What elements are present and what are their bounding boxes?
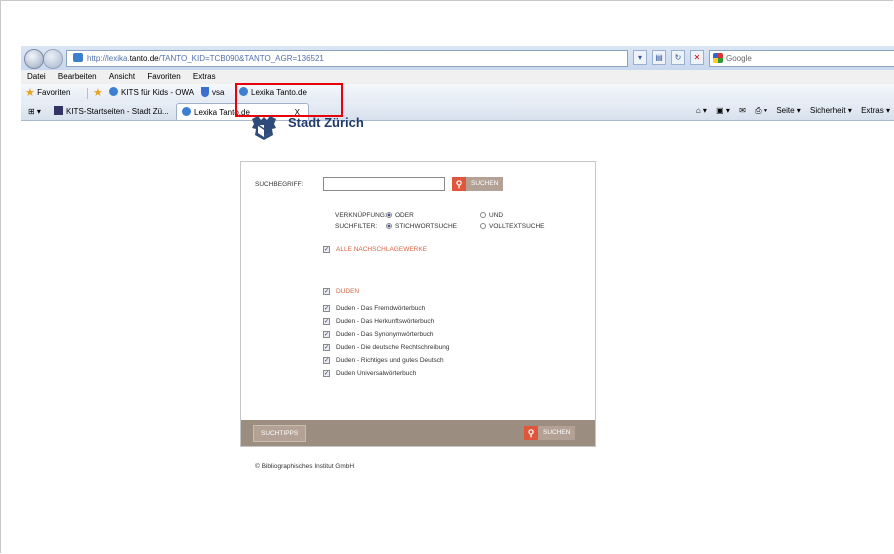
back-button[interactable] [24, 49, 44, 69]
logo-text: Stadt Zürich [288, 115, 364, 130]
filter-label: SUCHFILTER: [335, 223, 378, 230]
search-icon: ⚲ [524, 426, 538, 440]
tab-bar: ⊞ ▾ KITS-Startseiten - Stadt Zü... Lexik… [21, 102, 894, 121]
checkbox-duden[interactable]: ✓ [323, 288, 330, 295]
address-path: /TANTO_KID=TCB090&TANTO_AGR=136521 [158, 54, 324, 63]
refresh-icon[interactable]: ↻ [671, 50, 685, 65]
address-tools: ▾ ▤ ↻ ✕ [633, 50, 704, 65]
radio-label: ODER [395, 212, 414, 219]
google-icon [713, 53, 723, 63]
favorite-label: KITS für Kids - OWA [121, 88, 195, 97]
star-icon: ★ [25, 87, 35, 99]
page-menu[interactable]: Seite ▾ [776, 106, 800, 115]
address-prefix: http://lexika. [87, 54, 130, 63]
radio-checked-icon [386, 223, 392, 229]
menu-datei[interactable]: Datei [27, 72, 46, 81]
favorites-button[interactable]: ★ Favoriten [25, 84, 70, 102]
work-label: Duden - Das Herkunftswörterbuch [336, 318, 435, 325]
print-icon[interactable]: ⎙ ▾ [755, 106, 767, 115]
search-icon: ⚲ [452, 177, 466, 191]
quick-tabs-icon[interactable]: ⊞ ▾ [23, 103, 46, 120]
search-input[interactable] [323, 177, 445, 191]
menu-favoriten[interactable]: Favoriten [147, 72, 180, 81]
menu-bar: Datei Bearbeiten Ansicht Favoriten Extra… [21, 70, 894, 84]
shield-icon [201, 87, 209, 97]
checkbox-work[interactable]: ✓ [323, 318, 330, 325]
favorite-item-vsa[interactable]: vsa [201, 84, 224, 102]
security-menu[interactable]: Sicherheit ▾ [810, 106, 852, 115]
favorite-item-kits[interactable]: KITS für Kids - OWA [109, 84, 194, 102]
bottom-search-button[interactable]: ⚲ SUCHEN [524, 426, 576, 440]
menu-extras[interactable]: Extras [193, 72, 216, 81]
menu-ansicht[interactable]: Ansicht [109, 72, 135, 81]
work-label: Duden - Das Synonymwörterbuch [336, 331, 434, 338]
checkbox-work[interactable]: ✓ [323, 357, 330, 364]
radio-label: VOLLTEXTSUCHE [489, 223, 545, 230]
tab-kits-startseiten[interactable]: KITS-Startseiten - Stadt Zü... [49, 103, 174, 120]
duden-label: DUDEN [336, 288, 360, 295]
checkbox-work[interactable]: ✓ [323, 305, 330, 312]
favorites-bar: ★ Favoriten ★ KITS für Kids - OWA vsa Le… [21, 84, 894, 103]
radio-unchecked-icon [480, 212, 486, 218]
stop-icon[interactable]: ✕ [690, 50, 704, 65]
search-button-label: SUCHEN [538, 426, 576, 440]
copyright-text: © Bibliographisches Institut GmbH [255, 463, 355, 470]
dropdown-icon[interactable]: ▾ [633, 50, 647, 65]
link-label: VERKNÜPFUNG: [335, 212, 387, 219]
search-term-label: SUCHBEGRIFF: [255, 181, 304, 188]
radio-unchecked-icon [480, 223, 486, 229]
star-add-icon: ★ [93, 87, 103, 99]
command-bar: ⌂ ▾ ▣ ▾ ✉ ⎙ ▾ Seite ▾ Sicherheit ▾ Extra… [689, 102, 890, 120]
radio-volltextsuche[interactable]: VOLLTEXTSUCHE [480, 223, 545, 230]
navigation-bar: http://lexika.tanto.de/TANTO_KID=TCB090&… [21, 46, 894, 70]
address-bar[interactable]: http://lexika.tanto.de/TANTO_KID=TCB090&… [66, 50, 628, 67]
ie-icon [109, 87, 118, 96]
radio-label: STICHWORTSUCHE [395, 223, 457, 230]
work-label: Duden - Richtiges und gutes Deutsch [336, 357, 444, 364]
radio-stichwortsuche[interactable]: STICHWORTSUCHE [386, 223, 457, 230]
radio-label: UND [489, 212, 504, 219]
search-engine-box[interactable]: Google [709, 50, 894, 67]
forward-button[interactable] [43, 49, 63, 69]
radio-und[interactable]: UND [480, 212, 503, 219]
radio-oder[interactable]: ODER [386, 212, 414, 219]
panel-footer: SUCHTIPPS ⚲ SUCHEN [241, 420, 595, 446]
add-favorite-icon[interactable]: ★ [93, 84, 103, 102]
search-panel: SUCHBEGRIFF: ⚲ SUCHEN VERKNÜPFUNG: ODER … [240, 161, 596, 447]
ie-icon [182, 107, 191, 116]
favorites-label: Favoriten [37, 88, 71, 97]
search-tips-button[interactable]: SUCHTIPPS [253, 425, 307, 442]
search-engine-label: Google [726, 54, 752, 63]
kits-icon [54, 106, 63, 115]
stadt-zuerich-logo: Stadt Zürich [249, 109, 379, 145]
checkbox-work[interactable]: ✓ [323, 370, 330, 377]
tab-label: KITS-Startseiten - Stadt Zü... [66, 107, 169, 116]
checkbox-all-works[interactable]: ✓ [323, 246, 330, 253]
checkbox-work[interactable]: ✓ [323, 344, 330, 351]
checkbox-work[interactable]: ✓ [323, 331, 330, 338]
work-label: Duden - Die deutsche Rechtschreibung [336, 344, 450, 351]
coat-of-arms-icon [252, 116, 276, 140]
home-icon[interactable]: ⌂ ▾ [696, 106, 707, 115]
work-label: Duden - Das Fremdwörterbuch [336, 305, 426, 312]
compatibility-icon[interactable]: ▤ [652, 50, 666, 65]
search-button-label: SUCHEN [466, 177, 504, 191]
all-works-label: ALLE NACHSCHLAGEWERKE [336, 246, 428, 253]
tools-menu[interactable]: Extras ▾ [861, 106, 890, 115]
work-label: Duden Universalwörterbuch [336, 370, 417, 377]
address-domain: tanto.de [129, 54, 159, 63]
page-icon [73, 53, 83, 62]
radio-checked-icon [386, 212, 392, 218]
search-button[interactable]: ⚲ SUCHEN [452, 177, 504, 191]
favorite-label: vsa [212, 88, 225, 97]
feeds-icon[interactable]: ▣ ▾ [716, 106, 730, 115]
mail-icon[interactable]: ✉ [739, 106, 746, 115]
menu-bearbeiten[interactable]: Bearbeiten [58, 72, 97, 81]
separator [87, 88, 88, 99]
